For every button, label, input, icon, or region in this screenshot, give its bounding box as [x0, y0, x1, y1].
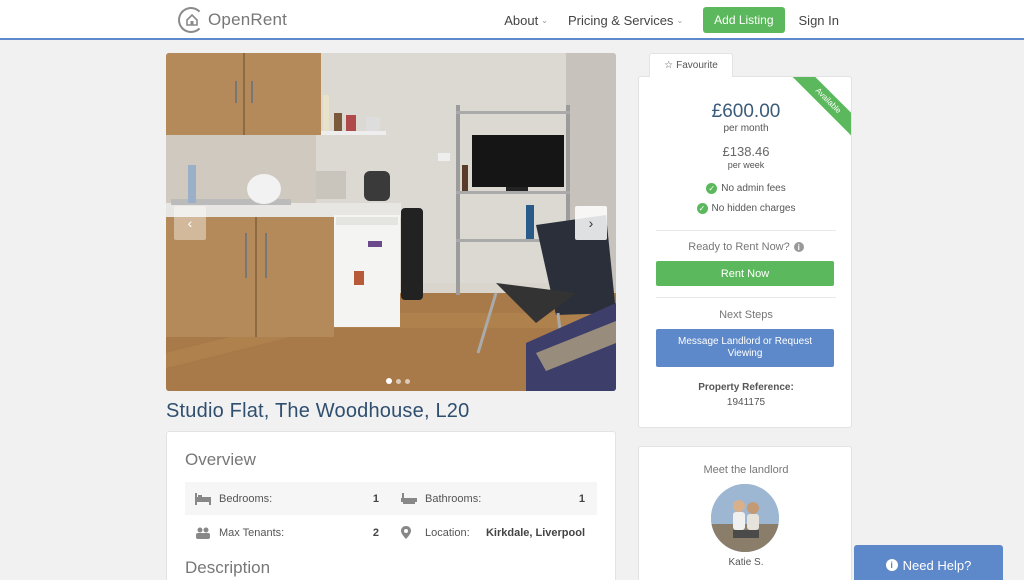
per-month-label: per month — [723, 123, 769, 134]
check-circle-icon: ✓ — [706, 183, 718, 194]
star-icon: ☆ — [664, 60, 674, 71]
property-reference-value: 1941175 — [726, 397, 766, 408]
description-heading: Description — [185, 558, 271, 577]
favourite-label: Favourite — [676, 60, 718, 71]
max-tenants-cell: Max Tenants: 2 — [185, 516, 391, 549]
nav-pricing-label: Pricing & Services — [567, 12, 674, 28]
gallery-dot[interactable] — [405, 378, 410, 384]
max-tenants-value: 2 — [372, 526, 379, 539]
rent-now-button[interactable]: Rent Now — [656, 261, 834, 286]
property-photo[interactable] — [166, 53, 616, 391]
meet-landlord-heading: Meet the landlord — [703, 464, 789, 476]
message-landlord-button[interactable]: Message Landlord or Request Viewing — [656, 329, 834, 367]
overview-heading: Overview — [185, 450, 256, 469]
sign-in-link[interactable]: Sign In — [799, 13, 839, 28]
room-photo-illustration — [166, 53, 616, 391]
gallery-prev-button[interactable]: ‹ — [174, 206, 206, 240]
chevron-down-icon: ⌄ — [676, 15, 684, 25]
check-circle-icon: ✓ — [696, 203, 708, 214]
chevron-right-icon: › — [588, 215, 594, 231]
gallery-dot[interactable] — [386, 378, 392, 384]
chevron-left-icon: ‹ — [187, 215, 193, 231]
info-icon: i — [885, 559, 898, 571]
location-value: Kirkdale, Liverpool — [485, 526, 585, 539]
logo-text: OpenRent — [208, 10, 288, 29]
gallery-pagination — [386, 378, 410, 384]
next-steps-label: Next Steps — [719, 309, 773, 321]
ready-to-rent-label: Ready to Rent Now? i — [639, 241, 851, 253]
divider — [656, 230, 836, 231]
bedrooms-label: Bedrooms: — [219, 492, 273, 505]
landlord-name: Katie S. — [728, 557, 764, 568]
avatar-photo — [711, 484, 779, 552]
need-help-label: Need Help? — [902, 557, 972, 573]
favourite-tab[interactable]: ☆ Favourite — [649, 53, 733, 77]
bed-icon — [195, 492, 213, 505]
house-logo-icon — [178, 7, 204, 33]
max-tenants-label: Max Tenants: — [219, 526, 285, 539]
feature-label: No hidden charges — [711, 203, 796, 214]
divider — [656, 297, 836, 298]
nav-about-label: About — [504, 12, 539, 28]
feature-label: No admin fees — [721, 183, 786, 194]
landlord-card: Meet the landlord Katie S. — [638, 446, 852, 580]
bathrooms-label: Bathrooms: — [425, 492, 482, 505]
ready-to-rent-text: Ready to Rent Now? — [688, 241, 790, 253]
need-help-button[interactable]: i Need Help? — [854, 545, 1003, 580]
bedrooms-value: 1 — [372, 492, 379, 505]
location-cell: Location: Kirkdale, Liverpool — [391, 516, 597, 549]
location-label: Location: — [425, 526, 470, 539]
bathrooms-value: 1 — [578, 492, 585, 505]
per-week-label: per week — [727, 160, 765, 170]
price-card: Available £600.00 per month £138.46 per … — [638, 76, 852, 428]
openrent-logo[interactable]: OpenRent — [178, 7, 288, 33]
gallery-next-button[interactable]: › — [575, 206, 607, 240]
top-header: OpenRent About ⌄ Pricing & Services ⌄ Ad… — [0, 0, 1024, 40]
overview-card: Overview Bedrooms: 1 Bathrooms: 1 Max Te… — [166, 431, 616, 580]
info-icon[interactable]: i — [793, 242, 804, 252]
nav-about[interactable]: About ⌄ — [504, 13, 548, 28]
listing-title: Studio Flat, The Woodhouse, L20 — [166, 400, 470, 422]
price-per-month: £600.00 — [711, 101, 781, 122]
bath-icon — [401, 492, 419, 505]
chevron-down-icon: ⌄ — [541, 15, 548, 25]
landlord-avatar[interactable] — [711, 484, 779, 552]
gallery-dot[interactable] — [396, 378, 401, 384]
nav-pricing[interactable]: Pricing & Services ⌄ — [568, 13, 683, 28]
price-per-week: £138.46 — [722, 144, 770, 159]
overview-row: Max Tenants: 2 Location: Kirkdale, Liver… — [185, 516, 597, 549]
overview-row: Bedrooms: 1 Bathrooms: 1 — [185, 482, 597, 515]
property-reference-label: Property Reference: — [698, 382, 794, 393]
feature-item: ✓ No hidden charges — [639, 203, 851, 214]
users-icon — [195, 527, 213, 539]
add-listing-button[interactable]: Add Listing — [703, 7, 785, 33]
bedrooms-cell: Bedrooms: 1 — [185, 482, 391, 515]
feature-item: ✓ No admin fees — [639, 183, 851, 194]
bathrooms-cell: Bathrooms: 1 — [391, 482, 597, 515]
main-nav: About ⌄ Pricing & Services ⌄ Add Listing… — [504, 0, 1024, 40]
map-pin-icon — [401, 526, 419, 539]
